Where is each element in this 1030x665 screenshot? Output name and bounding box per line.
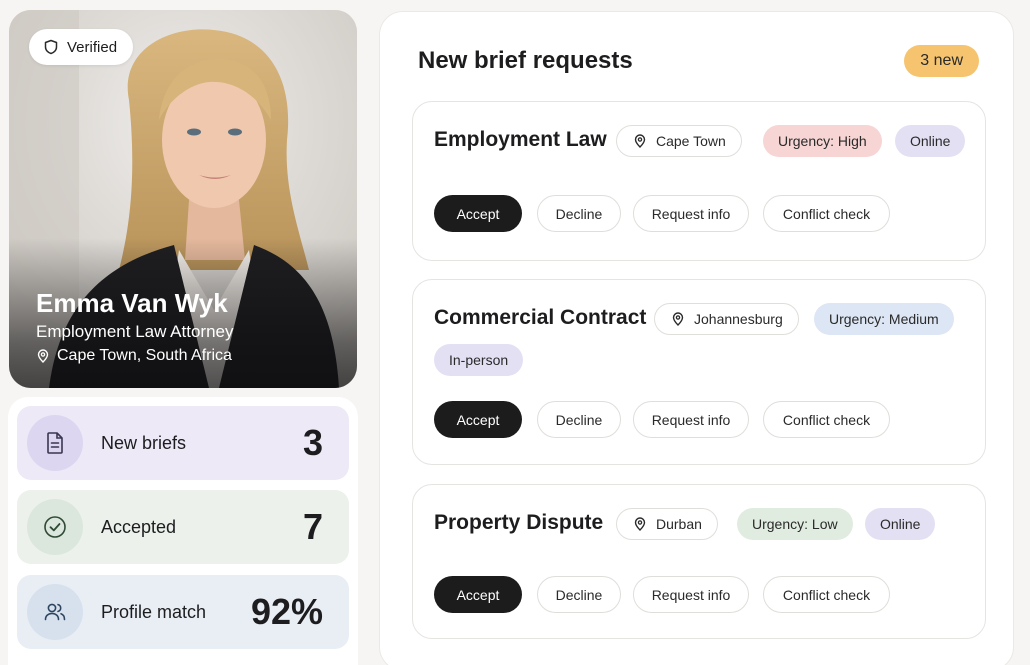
page-title: New brief requests bbox=[418, 47, 633, 74]
stat-label: Profile match bbox=[101, 601, 207, 622]
verified-label: Verified bbox=[67, 38, 118, 56]
request-info-button[interactable]: Request info bbox=[633, 576, 749, 613]
stat-value: 92% bbox=[250, 591, 323, 632]
request-info-button[interactable]: Request info bbox=[633, 401, 749, 438]
stat-value: 7 bbox=[302, 506, 323, 547]
profile-title: Employment Law Attorney bbox=[36, 322, 234, 341]
conflict-check-button[interactable]: Conflict check bbox=[763, 576, 890, 613]
request-info-button[interactable]: Request info bbox=[633, 195, 749, 232]
accept-button[interactable]: Accept bbox=[434, 576, 522, 613]
brief-card: Employment Law Cape Town Urgency: High O… bbox=[412, 101, 986, 261]
accept-button[interactable]: Accept bbox=[434, 195, 522, 232]
location-chip: Durban bbox=[616, 508, 718, 540]
urgency-chip: Urgency: High bbox=[763, 125, 882, 157]
stat-label: New briefs bbox=[101, 432, 187, 453]
profile-location-text: Cape Town, South Africa bbox=[57, 347, 232, 364]
new-count-badge: 3 new bbox=[904, 45, 979, 77]
stat-new-briefs[interactable]: New briefs 3 bbox=[17, 406, 349, 480]
users-icon bbox=[44, 603, 66, 621]
conflict-check-button[interactable]: Conflict check bbox=[763, 401, 890, 438]
decline-button[interactable]: Decline bbox=[537, 401, 621, 438]
location-chip-label: Durban bbox=[656, 516, 702, 532]
urgency-chip: Urgency: Medium bbox=[814, 303, 954, 335]
stat-value: 3 bbox=[302, 422, 323, 463]
stats-panel: New briefs 3 Accepted 7 Profile match 92… bbox=[8, 397, 358, 665]
location-pin-icon bbox=[634, 517, 646, 531]
stat-profile-match[interactable]: Profile match 92% bbox=[17, 575, 349, 649]
conflict-check-button[interactable]: Conflict check bbox=[763, 195, 890, 232]
location-chip-label: Cape Town bbox=[656, 133, 726, 149]
profile-location: Cape Town, South Africa bbox=[36, 347, 232, 365]
profile-card: Verified Emma Van Wyk Employment Law Att… bbox=[9, 10, 357, 388]
document-icon bbox=[47, 432, 63, 454]
shield-icon bbox=[44, 39, 58, 55]
decline-button[interactable]: Decline bbox=[537, 576, 621, 613]
decline-button[interactable]: Decline bbox=[537, 195, 621, 232]
location-chip: Johannesburg bbox=[654, 303, 799, 335]
verified-badge: Verified bbox=[29, 29, 134, 65]
mode-chip: Online bbox=[865, 508, 936, 540]
stat-accepted[interactable]: Accepted 7 bbox=[17, 490, 349, 564]
location-pin-icon bbox=[672, 312, 684, 326]
location-chip-label: Johannesburg bbox=[694, 311, 783, 327]
accept-button[interactable]: Accept bbox=[434, 401, 522, 438]
brief-card: Property Dispute Durban Urgency: Low Onl… bbox=[412, 484, 986, 639]
stat-label: Accepted bbox=[101, 516, 177, 537]
location-pin-icon bbox=[634, 134, 646, 148]
location-chip: Cape Town bbox=[616, 125, 742, 157]
brief-title: Commercial Contract bbox=[434, 306, 647, 329]
location-pin-icon bbox=[37, 349, 49, 363]
brief-card: Commercial Contract Johannesburg Urgency… bbox=[412, 279, 986, 465]
mode-chip: Online bbox=[895, 125, 966, 157]
check-circle-icon bbox=[44, 516, 66, 538]
urgency-chip: Urgency: Low bbox=[737, 508, 853, 540]
brief-title: Property Dispute bbox=[434, 511, 604, 534]
mode-chip: In-person bbox=[434, 344, 524, 376]
requests-panel: New brief requests 3 new Employment Law … bbox=[379, 11, 1014, 665]
brief-title: Employment Law bbox=[434, 128, 607, 151]
profile-name: Emma Van Wyk bbox=[36, 288, 228, 318]
